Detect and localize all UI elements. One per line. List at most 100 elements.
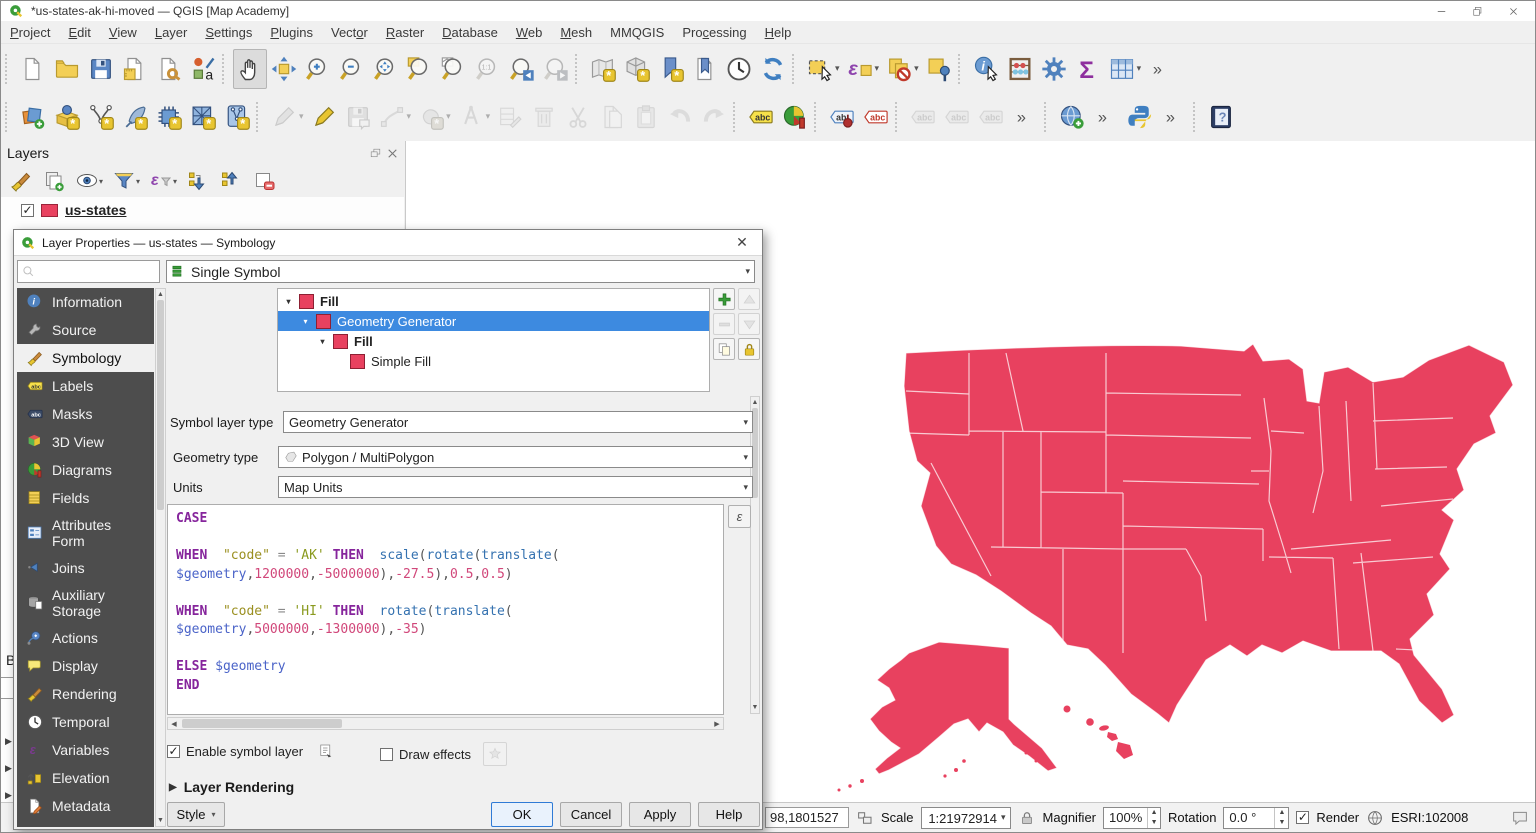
- menu-settings[interactable]: Settings: [196, 23, 261, 42]
- extents-icon[interactable]: [856, 809, 874, 827]
- sidebar-item-actions[interactable]: Actions: [17, 624, 154, 652]
- toolbar-handle[interactable]: [5, 54, 12, 84]
- sidebar-item-auxiliary-storage[interactable]: Auxiliary Storage: [17, 582, 154, 624]
- zoom-to-layer-button[interactable]: [437, 49, 471, 89]
- dialog-search-input[interactable]: [17, 260, 160, 283]
- select-features-button[interactable]: ▾: [803, 49, 843, 89]
- temporal-controller-button[interactable]: [722, 49, 756, 89]
- crs-globe-icon[interactable]: [1366, 809, 1384, 827]
- tree-expander-icon[interactable]: ▶: [5, 790, 12, 801]
- paste-features-button[interactable]: [629, 97, 663, 137]
- toolbar-handle[interactable]: [1193, 102, 1200, 132]
- sidebar-item-symbology[interactable]: Symbology: [17, 344, 154, 372]
- change-label-button[interactable]: abc: [974, 97, 1008, 137]
- new-project-button[interactable]: [16, 49, 50, 89]
- toolbar-handle[interactable]: [575, 54, 582, 84]
- new-map-view-button[interactable]: *: [586, 49, 620, 89]
- pan-to-selection-button[interactable]: [267, 49, 301, 89]
- sidebar-item-display[interactable]: Display: [17, 652, 154, 680]
- magnifier-spinbox[interactable]: 100% ▲▼: [1103, 807, 1161, 829]
- restore-button[interactable]: [1463, 1, 1499, 21]
- title-bar[interactable]: *us-states-ak-hi-moved — QGIS [Map Acade…: [1, 1, 1535, 21]
- tree-expander-icon[interactable]: ▶: [5, 736, 12, 747]
- new-virtual-layer-button[interactable]: *: [186, 97, 220, 137]
- filter-by-expression-button[interactable]: ε▾: [149, 169, 177, 193]
- redo-button[interactable]: [697, 97, 731, 137]
- sidebar-item-labels[interactable]: abcLabels: [17, 372, 154, 400]
- toolbar-handle[interactable]: [733, 102, 740, 132]
- zoom-out-button[interactable]: [335, 49, 369, 89]
- rotation-spinbox[interactable]: 0.0 ° ▲▼: [1223, 807, 1289, 829]
- copy-features-button[interactable]: [595, 97, 629, 137]
- new-shapefile-layer-button[interactable]: *: [84, 97, 118, 137]
- delete-selected-button[interactable]: [527, 97, 561, 137]
- statistical-summary-button[interactable]: Σ: [1071, 49, 1105, 89]
- save-layer-edits-button[interactable]: [341, 97, 375, 137]
- select-by-expression-button[interactable]: ε▾: [843, 49, 883, 89]
- symbol-layer-type-combobox[interactable]: Geometry Generator▾: [283, 411, 753, 433]
- enable-symbol-layer-checkbox[interactable]: ✓: [167, 745, 180, 758]
- toolbar-handle[interactable]: [256, 102, 263, 132]
- tree-expander-icon[interactable]: ▶: [5, 763, 12, 774]
- sidebar-item-3d-view[interactable]: 3D View: [17, 428, 154, 456]
- effects-options-button[interactable]: [483, 742, 507, 766]
- remove-layer-button[interactable]: [252, 169, 276, 193]
- menu-project[interactable]: Project: [1, 23, 59, 42]
- select-by-location-button[interactable]: [922, 49, 956, 89]
- show-layout-manager-button[interactable]: [152, 49, 186, 89]
- move-label-button[interactable]: abc: [906, 97, 940, 137]
- open-layer-styling-button[interactable]: [9, 169, 33, 193]
- crs-value[interactable]: ESRI:102008: [1391, 810, 1468, 825]
- close-panel-icon[interactable]: [386, 147, 399, 160]
- manage-map-themes-button[interactable]: ▾: [75, 169, 103, 193]
- close-button[interactable]: [1499, 1, 1535, 21]
- vertex-tool-button[interactable]: *▾: [414, 97, 454, 137]
- attribute-table-button[interactable]: ▾: [1105, 49, 1145, 89]
- menu-mesh[interactable]: Mesh: [551, 23, 601, 42]
- toggle-editing-button[interactable]: [307, 97, 341, 137]
- cancel-button[interactable]: Cancel: [560, 802, 622, 827]
- menu-vector[interactable]: Vector: [322, 23, 377, 42]
- sidebar-item-temporal[interactable]: Temporal: [17, 708, 154, 736]
- symbol-tree-item-simple-fill[interactable]: Simple Fill: [278, 351, 709, 371]
- sidebar-item-metadata[interactable]: Metadata: [17, 792, 154, 820]
- sidebar-scrollbar[interactable]: ▲ ▼: [155, 288, 166, 827]
- open-project-button[interactable]: [50, 49, 84, 89]
- draw-effects-checkbox[interactable]: [380, 748, 393, 761]
- current-edits-button[interactable]: ▾: [267, 97, 307, 137]
- menu-view[interactable]: View: [100, 23, 146, 42]
- sidebar-item-diagrams[interactable]: Diagrams: [17, 456, 154, 484]
- expression-builder-button[interactable]: ε: [728, 505, 751, 528]
- remove-symbol-layer-button[interactable]: [713, 313, 735, 335]
- layer-visibility-checkbox[interactable]: ✓: [21, 204, 34, 217]
- toolbar-handle[interactable]: [5, 102, 12, 132]
- pin-labels-button[interactable]: ab: [825, 97, 859, 137]
- new-memory-layer-button[interactable]: *: [152, 97, 186, 137]
- add-symbol-layer-button[interactable]: [713, 288, 735, 310]
- toolbar-handle[interactable]: [222, 54, 229, 84]
- messages-icon[interactable]: [1511, 809, 1529, 827]
- sidebar-item-attributes-form[interactable]: Attributes Form: [17, 512, 154, 554]
- new-print-layout-button[interactable]: [118, 49, 152, 89]
- layer-labeling-button[interactable]: abc: [744, 97, 778, 137]
- pan-map-button[interactable]: [233, 49, 267, 89]
- render-checkbox[interactable]: ✓: [1296, 811, 1309, 824]
- identify-features-button[interactable]: i: [969, 49, 1003, 89]
- highlight-pinned-labels-button[interactable]: abc: [859, 97, 893, 137]
- menu-help[interactable]: Help: [756, 23, 801, 42]
- undo-button[interactable]: [663, 97, 697, 137]
- filter-legend-button[interactable]: ▾: [112, 169, 140, 193]
- apply-button[interactable]: Apply: [629, 802, 691, 827]
- menu-edit[interactable]: Edit: [59, 23, 99, 42]
- geometry-expression-editor[interactable]: CASE WHEN "code" = 'AK' THEN scale(rotat…: [167, 504, 724, 715]
- duplicate-symbol-layer-button[interactable]: [713, 338, 735, 360]
- add-group-button[interactable]: [42, 169, 66, 193]
- show-hide-labels-button[interactable]: abc: [940, 97, 974, 137]
- new-3d-map-view-button[interactable]: *: [620, 49, 654, 89]
- expression-hscrollbar[interactable]: ◀▶: [167, 717, 724, 730]
- lock-scale-icon[interactable]: [1018, 809, 1036, 827]
- save-project-button[interactable]: [84, 49, 118, 89]
- sidebar-item-fields[interactable]: Fields: [17, 484, 154, 512]
- move-symbol-up-button[interactable]: [738, 288, 760, 310]
- web-plugin-button[interactable]: [1055, 97, 1089, 137]
